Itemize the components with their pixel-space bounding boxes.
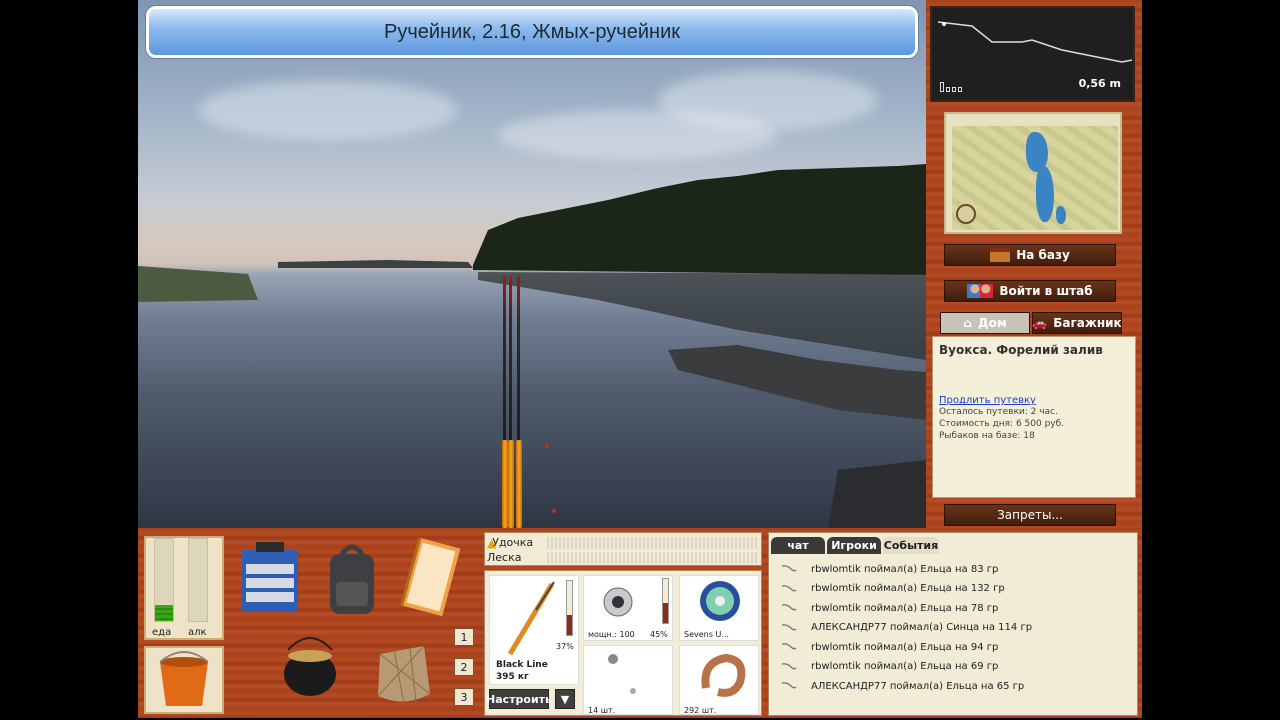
- event-text: rbwlomtik поймал(а) Ельца на 69 гр: [811, 661, 999, 672]
- headquarters-button[interactable]: Войти в штаб: [944, 280, 1116, 302]
- line-meter-label: Леска: [487, 551, 522, 564]
- alcohol-label: алк: [188, 627, 207, 638]
- tackle-box-icon[interactable]: [236, 536, 308, 616]
- slot-3-button[interactable]: 3: [454, 688, 474, 706]
- fishing-scene[interactable]: Ручейник, 2.16, Жмых-ручейник: [138, 0, 926, 528]
- event-text: АЛЕКСАНДР77 поймал(а) Ельца на 65 гр: [811, 680, 1025, 692]
- shrimp-bait-icon: [701, 653, 746, 697]
- extend-permit-link[interactable]: Продлить путевку: [939, 395, 1129, 406]
- car-icon: 🚗: [1032, 316, 1048, 330]
- reel-slot[interactable]: мощн.: 100 45%: [583, 575, 673, 641]
- bait-slot[interactable]: 292 шт.: [679, 645, 759, 715]
- compass-icon: [956, 204, 976, 224]
- home-icon: ⌂: [963, 316, 972, 330]
- game-frame: Ручейник, 2.16, Жмых-ручейник 0,56 m На …: [138, 0, 1142, 718]
- fish-hook-icon: [781, 662, 797, 669]
- people-icon: [967, 284, 994, 298]
- floats-count: 14 шт.: [588, 706, 616, 715]
- line-spool-icon: [700, 581, 740, 621]
- list-item: rbwlomtik поймал(а) Ельца на 78 гр: [781, 598, 998, 618]
- food-bar: [154, 538, 174, 622]
- lake-map[interactable]: [944, 112, 1122, 234]
- depth-sonar: 0,56 m: [930, 6, 1135, 102]
- fishing-rod[interactable]: [503, 276, 506, 440]
- fishers-count: Рыбаков на базе: 18: [939, 431, 1035, 441]
- page-title: Ручейник, 2.16, Жмых-ручейник: [383, 20, 680, 43]
- chevron-down-icon[interactable]: ▼: [555, 689, 575, 709]
- forest-silhouette: [138, 164, 926, 528]
- list-item: rbwlomtik поймал(а) Ельца на 94 гр: [781, 637, 998, 657]
- fish-hook-icon: [781, 604, 797, 611]
- setup-button[interactable]: Настроить: [486, 689, 552, 709]
- rod-tension-bar: [547, 537, 759, 549]
- reel-wear: 45%: [650, 630, 668, 639]
- fish-hook-icon: [781, 565, 797, 572]
- fishing-rod[interactable]: [509, 276, 512, 440]
- fish-hook-icon: [781, 643, 797, 650]
- notebook-icon[interactable]: [396, 536, 466, 618]
- float-slot[interactable]: 14 шт.: [583, 645, 673, 715]
- location-info: Вуокса. Форелий залив Продлить путевку О…: [932, 336, 1136, 498]
- rod-meter-label: Удочка: [492, 536, 534, 549]
- bottom-panel: еда алк 1 2 3 ▲ Удочка Леска 37% Black L…: [138, 528, 1142, 718]
- house-icon: [990, 248, 1011, 262]
- event-text: rbwlomtik поймал(а) Ельца на 83 гр: [811, 563, 999, 575]
- bans-button[interactable]: Запреты...: [944, 504, 1116, 526]
- rod-wear: 37%: [556, 642, 574, 651]
- list-item: АЛЕКСАНДР77 поймал(а) Синца на 114 гр: [781, 618, 1032, 638]
- location-name: Вуокса. Форелий залив: [939, 343, 1103, 357]
- sinker-icon: [630, 688, 636, 694]
- tab-events[interactable]: События: [883, 537, 939, 554]
- cauldron-icon[interactable]: [278, 624, 342, 704]
- tab-home[interactable]: ⌂ Дом: [940, 312, 1030, 334]
- slot-1-button[interactable]: 1: [454, 628, 474, 646]
- day-cost: Стоимость дня: 6 500 руб.: [939, 419, 1065, 429]
- line-slot[interactable]: Sevens U...: [679, 575, 759, 641]
- fish-hook-icon: [781, 682, 797, 689]
- event-text: rbwlomtik поймал(а) Ельца на 94 гр: [811, 641, 999, 653]
- list-item: rbwlomtik поймал(а) Ельца на 69 гр: [781, 657, 998, 677]
- rod-name: Black Line: [496, 660, 548, 670]
- slot-2-button[interactable]: 2: [454, 658, 474, 676]
- list-item: rbwlomtik поймал(а) Ельца на 83 гр: [781, 559, 998, 579]
- right-panel: 0,56 m На базу Войти в штаб ⌂ Дом 🚗 Бага…: [926, 0, 1142, 528]
- fish-hook-icon: [781, 623, 797, 630]
- to-base-button[interactable]: На базу: [944, 244, 1116, 266]
- rod-strength: 395 кг: [496, 672, 529, 682]
- bobber-marker: [552, 509, 556, 513]
- fish-keeper-net-icon[interactable]: [364, 624, 440, 708]
- float-icon: [608, 654, 618, 664]
- tension-meters: ▲ Удочка Леска: [484, 532, 762, 566]
- event-text: rbwlomtik поймал(а) Ельца на 78 гр: [811, 602, 999, 614]
- rod-slot[interactable]: 37% Black Line 395 кг: [489, 575, 579, 685]
- fishing-rod[interactable]: [517, 276, 520, 440]
- reel-icon: [603, 587, 633, 617]
- bait-count: 292 шт.: [684, 706, 717, 715]
- fish-hook-icon: [781, 584, 797, 591]
- tab-trunk[interactable]: 🚗 Багажник: [1032, 312, 1122, 334]
- alcohol-bar: [188, 538, 208, 622]
- permit-remaining: Осталось путевки: 2 час.: [939, 407, 1058, 417]
- chat-panel: чат Игроки События rbwlomtik поймал(а) Е…: [768, 532, 1138, 716]
- food-label: еда: [152, 627, 172, 638]
- tab-chat[interactable]: чат: [771, 537, 825, 554]
- tab-players[interactable]: Игроки: [827, 537, 881, 554]
- backpack-icon[interactable]: [322, 538, 382, 618]
- list-item: АЛЕКСАНДР77 поймал(а) Ельца на 65 гр: [781, 676, 1024, 696]
- tackle-panel: 37% Black Line 395 кг мощн.: 100 45% Sev…: [484, 570, 762, 716]
- depth-profile: [937, 21, 1133, 63]
- location-title-bar: Ручейник, 2.16, Жмых-ручейник: [146, 6, 918, 58]
- bucket-icon: [159, 651, 209, 706]
- stats-panel: еда алк: [144, 536, 224, 640]
- depth-value: 0,56 m: [1078, 77, 1121, 90]
- line-name: Sevens U...: [684, 630, 729, 639]
- line-tension-bar: [547, 552, 759, 564]
- bobber-marker: [545, 444, 549, 448]
- event-text: АЛЕКСАНДР77 поймал(а) Синца на 114 гр: [811, 622, 1033, 633]
- list-item: rbwlomtik поймал(а) Ельца на 132 гр: [781, 579, 1005, 599]
- bucket-slot[interactable]: [144, 646, 224, 714]
- reel-power: мощн.: 100: [588, 630, 635, 639]
- battery-icon: [940, 82, 962, 92]
- event-text: rbwlomtik поймал(а) Ельца на 132 гр: [811, 583, 1005, 594]
